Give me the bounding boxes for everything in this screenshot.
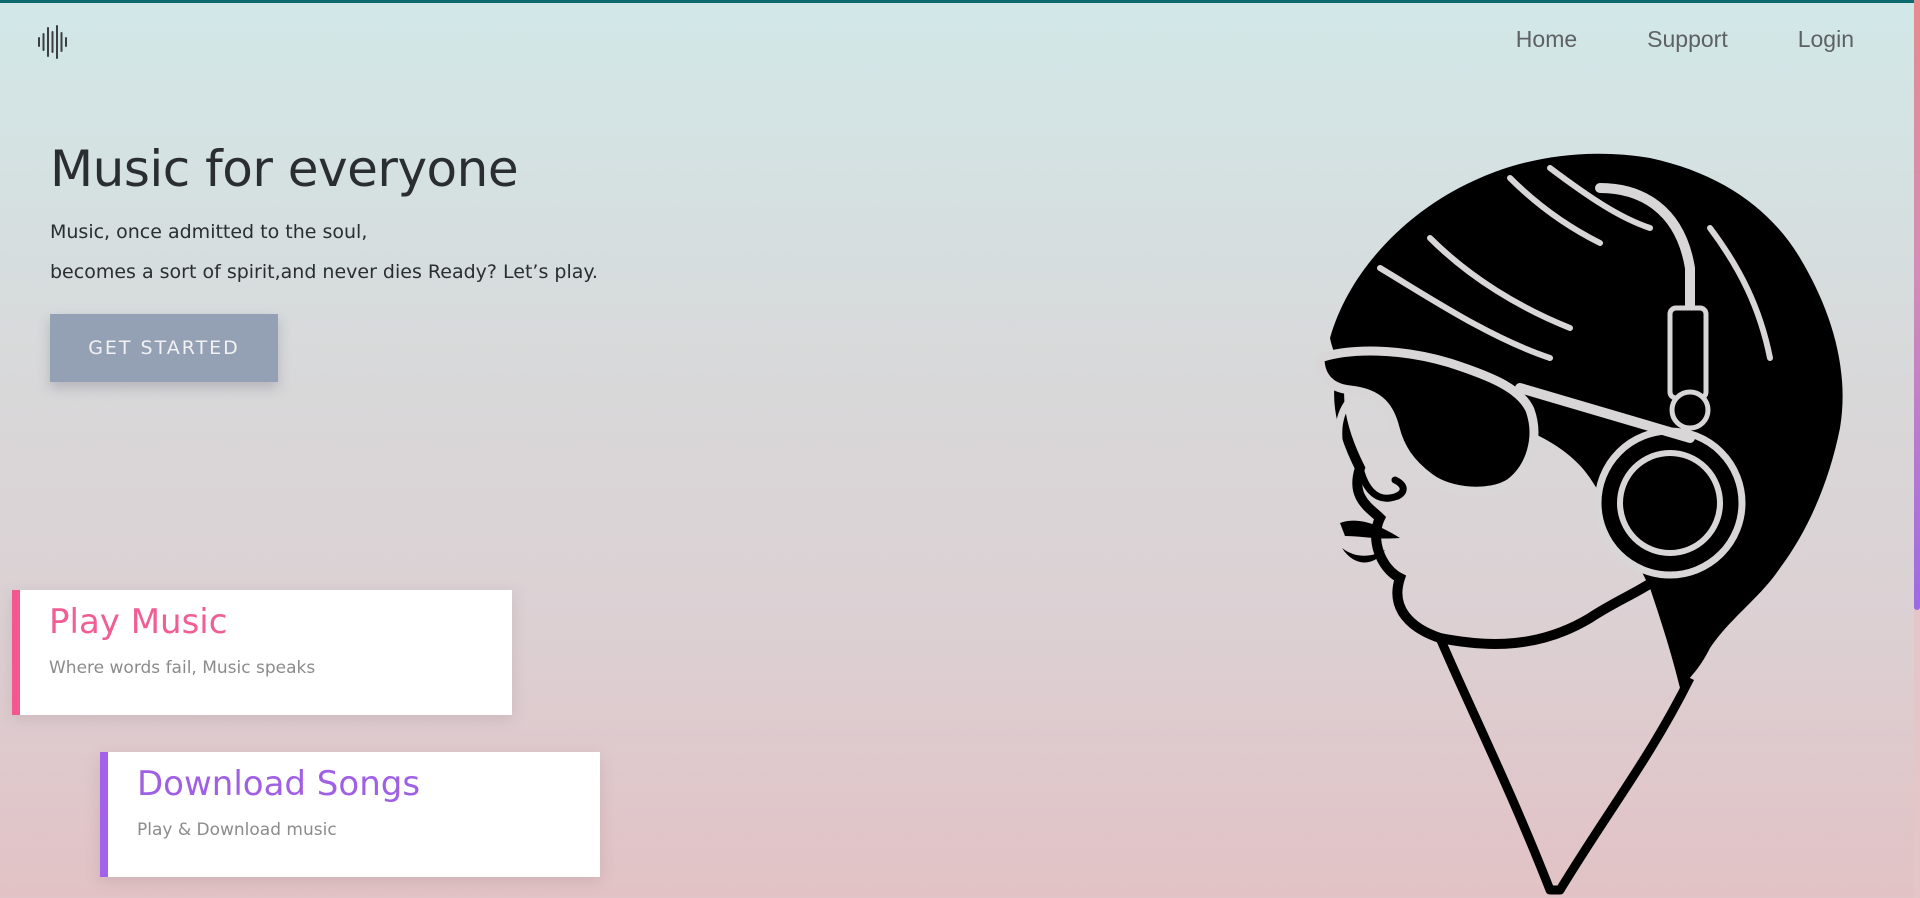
download-songs-card[interactable]: Download Songs Play & Download music (100, 752, 600, 877)
sound-wave-icon[interactable] (36, 24, 70, 60)
hero-title: Music for everyone (50, 140, 519, 198)
scrollbar-thumb[interactable] (1914, 0, 1920, 610)
main-nav: Home Support Login (1516, 26, 1854, 53)
play-music-card[interactable]: Play Music Where words fail, Music speak… (12, 590, 512, 715)
card-title: Download Songs (137, 764, 421, 804)
card-subtitle: Play & Download music (137, 820, 337, 840)
top-border (0, 0, 1920, 3)
nav-login-link[interactable]: Login (1798, 26, 1854, 53)
card-accent-bar (12, 590, 20, 715)
person-with-headphones-illustration (1290, 148, 1880, 898)
hero-tagline-line-2: becomes a sort of spirit,and never dies … (50, 261, 598, 283)
scrollbar-track[interactable] (1914, 0, 1920, 898)
card-subtitle: Where words fail, Music speaks (49, 658, 316, 678)
hero-tagline-line-1: Music, once admitted to the soul, (50, 221, 368, 243)
card-title: Play Music (49, 602, 228, 642)
card-accent-bar (100, 752, 108, 877)
get-started-button[interactable]: GET STARTED (50, 314, 278, 382)
nav-support-link[interactable]: Support (1647, 26, 1728, 53)
nav-home-link[interactable]: Home (1516, 26, 1577, 53)
